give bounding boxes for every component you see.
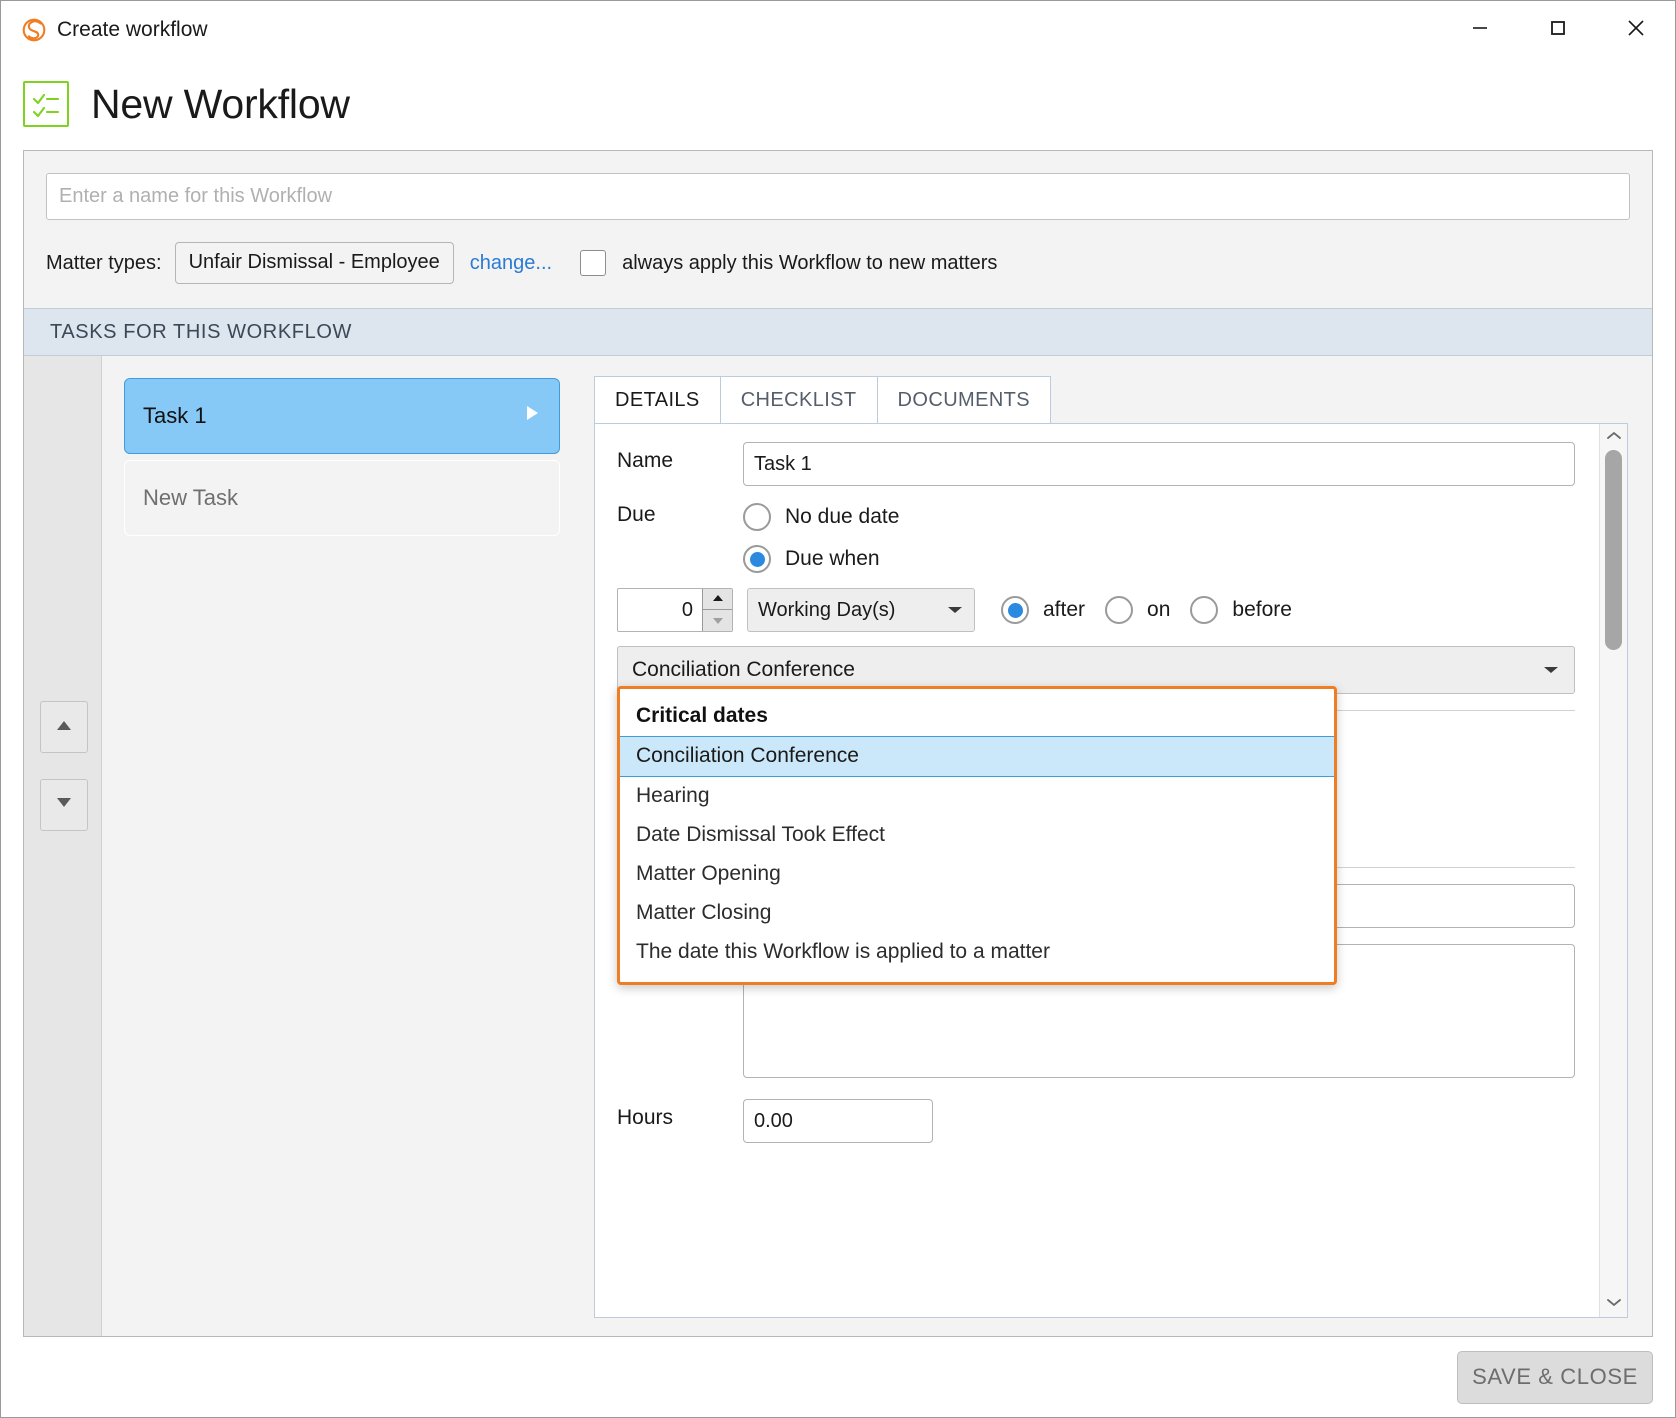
tab-documents[interactable]: DOCUMENTS [876, 376, 1052, 424]
task-order-rail [24, 356, 102, 1336]
offset-stepper[interactable]: 0 [617, 588, 733, 632]
hours-label: Hours [617, 1106, 674, 1129]
change-matter-types-link[interactable]: change... [470, 252, 552, 275]
task-list-item-new-task[interactable]: New Task [124, 460, 560, 536]
matter-type-chip[interactable]: Unfair Dismissal - Employee [174, 242, 454, 284]
title-bar: Create workflow [1, 1, 1675, 58]
scroll-up-button[interactable] [1600, 424, 1627, 450]
task-list: Task 1 New Task [102, 356, 582, 1336]
dropdown-item-workflow-applied-date[interactable]: The date this Workflow is applied to a m… [620, 933, 1334, 972]
radio-on[interactable] [1105, 596, 1134, 624]
name-field-row: Name [595, 442, 1599, 486]
after-label: after [1043, 598, 1086, 621]
workflow-name-input[interactable] [46, 173, 1630, 220]
new-task-label: New Task [143, 485, 238, 510]
tab-details[interactable]: DETAILS [594, 376, 721, 424]
dialog-footer: SAVE & CLOSE [1, 1337, 1675, 1417]
details-scrollbar[interactable] [1599, 424, 1627, 1317]
relation-option-before[interactable]: before [1190, 596, 1292, 624]
details-tabstrip: DETAILS CHECKLIST DOCUMENTS [594, 376, 1628, 424]
chevron-down-icon [1606, 1295, 1622, 1313]
relation-option-after[interactable]: after [1001, 596, 1085, 624]
hours-row: Hours [595, 1099, 1599, 1143]
caret-up-icon [711, 590, 725, 608]
window-title: Create workflow [57, 17, 208, 41]
chevron-right-icon [523, 402, 541, 430]
dropdown-item-matter-opening[interactable]: Matter Opening [620, 855, 1334, 894]
triangle-up-icon [55, 718, 73, 737]
page-header: New Workflow [1, 58, 1675, 150]
due-label: Due [617, 503, 656, 526]
name-label: Name [617, 449, 674, 472]
maximize-icon [1547, 17, 1569, 42]
triangle-down-icon [55, 796, 73, 815]
task-name-input[interactable] [743, 442, 1575, 486]
tab-checklist[interactable]: CHECKLIST [719, 376, 878, 424]
always-apply-label: always apply this Workflow to new matter… [622, 251, 998, 274]
close-icon [1624, 16, 1648, 43]
create-workflow-window: Create workflow New Workflow Enter a nam… [0, 0, 1676, 1418]
scroll-down-button[interactable] [1600, 1291, 1627, 1317]
checklist-icon [23, 81, 69, 127]
dropdown-item-conciliation-conference[interactable]: Conciliation Conference [620, 736, 1334, 777]
dropdown-item-hearing[interactable]: Hearing [620, 777, 1334, 816]
details-form: Name Due No due [595, 424, 1599, 1317]
page-title: New Workflow [91, 80, 350, 127]
date-anchor-value: Conciliation Conference [632, 658, 855, 681]
task-list-item-task-1[interactable]: Task 1 [124, 378, 560, 454]
workflow-card: Matter types: Unfair Dismissal - Employe… [23, 150, 1653, 1337]
date-anchor-dropdown: Critical dates Conciliation Conference H… [617, 686, 1337, 985]
due-relation-group: after on before [1001, 596, 1312, 624]
offset-decrement-button[interactable] [702, 610, 732, 631]
workflow-top-form: Matter types: Unfair Dismissal - Employe… [24, 151, 1652, 308]
always-apply-checkbox[interactable] [580, 250, 607, 276]
task-details-pane: DETAILS CHECKLIST DOCUMENTS Name Task 1 … [582, 356, 1652, 1336]
details-tab-panel: Name Due No due [594, 423, 1628, 1318]
chevron-up-icon [1606, 428, 1622, 446]
chevron-down-icon [946, 599, 964, 622]
due-unit-select[interactable]: Working Day(s) [747, 588, 975, 632]
no-due-date-label: No due date [785, 505, 900, 528]
dropdown-item-matter-closing[interactable]: Matter Closing [620, 894, 1334, 933]
chevron-down-icon [1542, 658, 1560, 682]
due-unit-value: Working Day(s) [758, 598, 896, 621]
move-task-up-button[interactable] [40, 701, 88, 753]
radio-before[interactable] [1190, 596, 1219, 624]
tasks-section-header: TASKS FOR THIS WORKFLOW [24, 308, 1652, 356]
offset-increment-button[interactable] [702, 589, 732, 610]
relation-option-on[interactable]: on [1105, 596, 1170, 624]
app-logo-icon [19, 15, 49, 45]
due-when-label: Due when [785, 547, 880, 570]
window-controls [1441, 1, 1675, 58]
due-option-no-due-date[interactable]: No due date [743, 496, 1575, 538]
matter-types-label: Matter types: [46, 251, 162, 274]
save-and-close-button[interactable]: SAVE & CLOSE [1457, 1350, 1653, 1404]
radio-due-when[interactable] [743, 545, 771, 573]
before-label: before [1232, 598, 1292, 621]
move-task-down-button[interactable] [40, 779, 88, 831]
on-label: on [1147, 598, 1171, 621]
due-offset-row: 0 Working Day(s) after on before [617, 588, 1599, 632]
minimize-icon [1469, 17, 1491, 42]
matter-types-row: Matter types: Unfair Dismissal - Employe… [46, 242, 1630, 284]
scrollbar-thumb[interactable] [1605, 450, 1622, 650]
due-field-row: Due No due date Due when [595, 496, 1599, 580]
due-option-due-when[interactable]: Due when [743, 538, 1575, 580]
radio-no-due-date[interactable] [743, 503, 771, 531]
dropdown-group-header: Critical dates [636, 704, 768, 727]
offset-stepper-buttons [702, 589, 732, 631]
dropdown-item-date-dismissal-took-effect[interactable]: Date Dismissal Took Effect [620, 816, 1334, 855]
radio-after[interactable] [1001, 596, 1029, 624]
maximize-button[interactable] [1519, 1, 1597, 58]
workspace: Task 1 New Task DETAILS CHECKLIST DOCUME… [24, 356, 1652, 1336]
scrollbar-track[interactable] [1600, 450, 1627, 1291]
task-label: Task 1 [143, 403, 207, 428]
caret-down-icon [711, 612, 725, 630]
minimize-button[interactable] [1441, 1, 1519, 58]
offset-value[interactable]: 0 [618, 589, 702, 631]
hours-input[interactable] [743, 1099, 933, 1143]
close-button[interactable] [1597, 1, 1675, 58]
